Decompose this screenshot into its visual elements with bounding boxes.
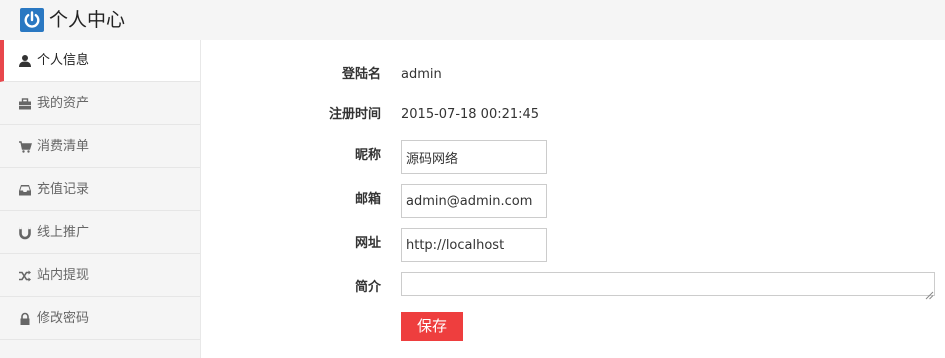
sidebar-item-withdraw[interactable]: 站内提现 — [0, 255, 200, 297]
email-input[interactable] — [401, 184, 547, 218]
header-bar: 个人中心 — [0, 0, 945, 40]
sidebar-item-recharge[interactable]: 充值记录 — [0, 169, 200, 211]
website-input[interactable] — [401, 228, 547, 262]
page-title: 个人中心 — [49, 9, 126, 31]
sidebar-item-profile[interactable]: 个人信息 — [0, 40, 200, 82]
resize-grip-icon[interactable] — [924, 285, 934, 300]
cart-icon — [18, 140, 32, 154]
sidebar-item-password[interactable]: 修改密码 — [0, 298, 200, 340]
sidebar-item-label: 个人信息 — [37, 53, 90, 68]
sidebar-item-label: 我的资产 — [37, 96, 90, 111]
email-label: 邮箱 — [354, 192, 381, 207]
shuffle-icon — [18, 269, 32, 283]
website-label: 网址 — [354, 236, 381, 251]
inbox-icon — [18, 183, 32, 197]
username-label: 登陆名 — [341, 67, 381, 82]
magnet-icon — [18, 226, 32, 240]
bio-textarea[interactable] — [401, 272, 935, 296]
register-time-value: 2015-07-18 00:21:45 — [401, 107, 540, 122]
nickname-label: 昵称 — [354, 148, 381, 163]
bio-label: 简介 — [354, 280, 381, 295]
username-value: admin — [401, 67, 442, 82]
sidebar-item-label: 站内提现 — [37, 268, 90, 283]
save-button[interactable]: 保存 — [401, 312, 463, 341]
sidebar-item-label: 充值记录 — [37, 182, 90, 197]
sidebar-item-orders[interactable]: 消费清单 — [0, 126, 200, 168]
sidebar-item-promotion[interactable]: 线上推广 — [0, 212, 200, 254]
sidebar: 个人信息 我的资产 消费清单 充值记录 线上推广 站内提现 修改密码 — [0, 40, 201, 358]
sidebar-item-label: 线上推广 — [37, 225, 90, 240]
nickname-input[interactable] — [401, 140, 547, 174]
lock-icon — [18, 312, 32, 326]
sidebar-item-label: 消费清单 — [37, 139, 90, 154]
briefcase-icon — [18, 97, 32, 111]
register-time-label: 注册时间 — [328, 107, 381, 122]
sidebar-item-label: 修改密码 — [37, 311, 90, 326]
power-icon — [20, 8, 44, 32]
sidebar-item-assets[interactable]: 我的资产 — [0, 83, 200, 125]
user-icon — [18, 54, 32, 68]
